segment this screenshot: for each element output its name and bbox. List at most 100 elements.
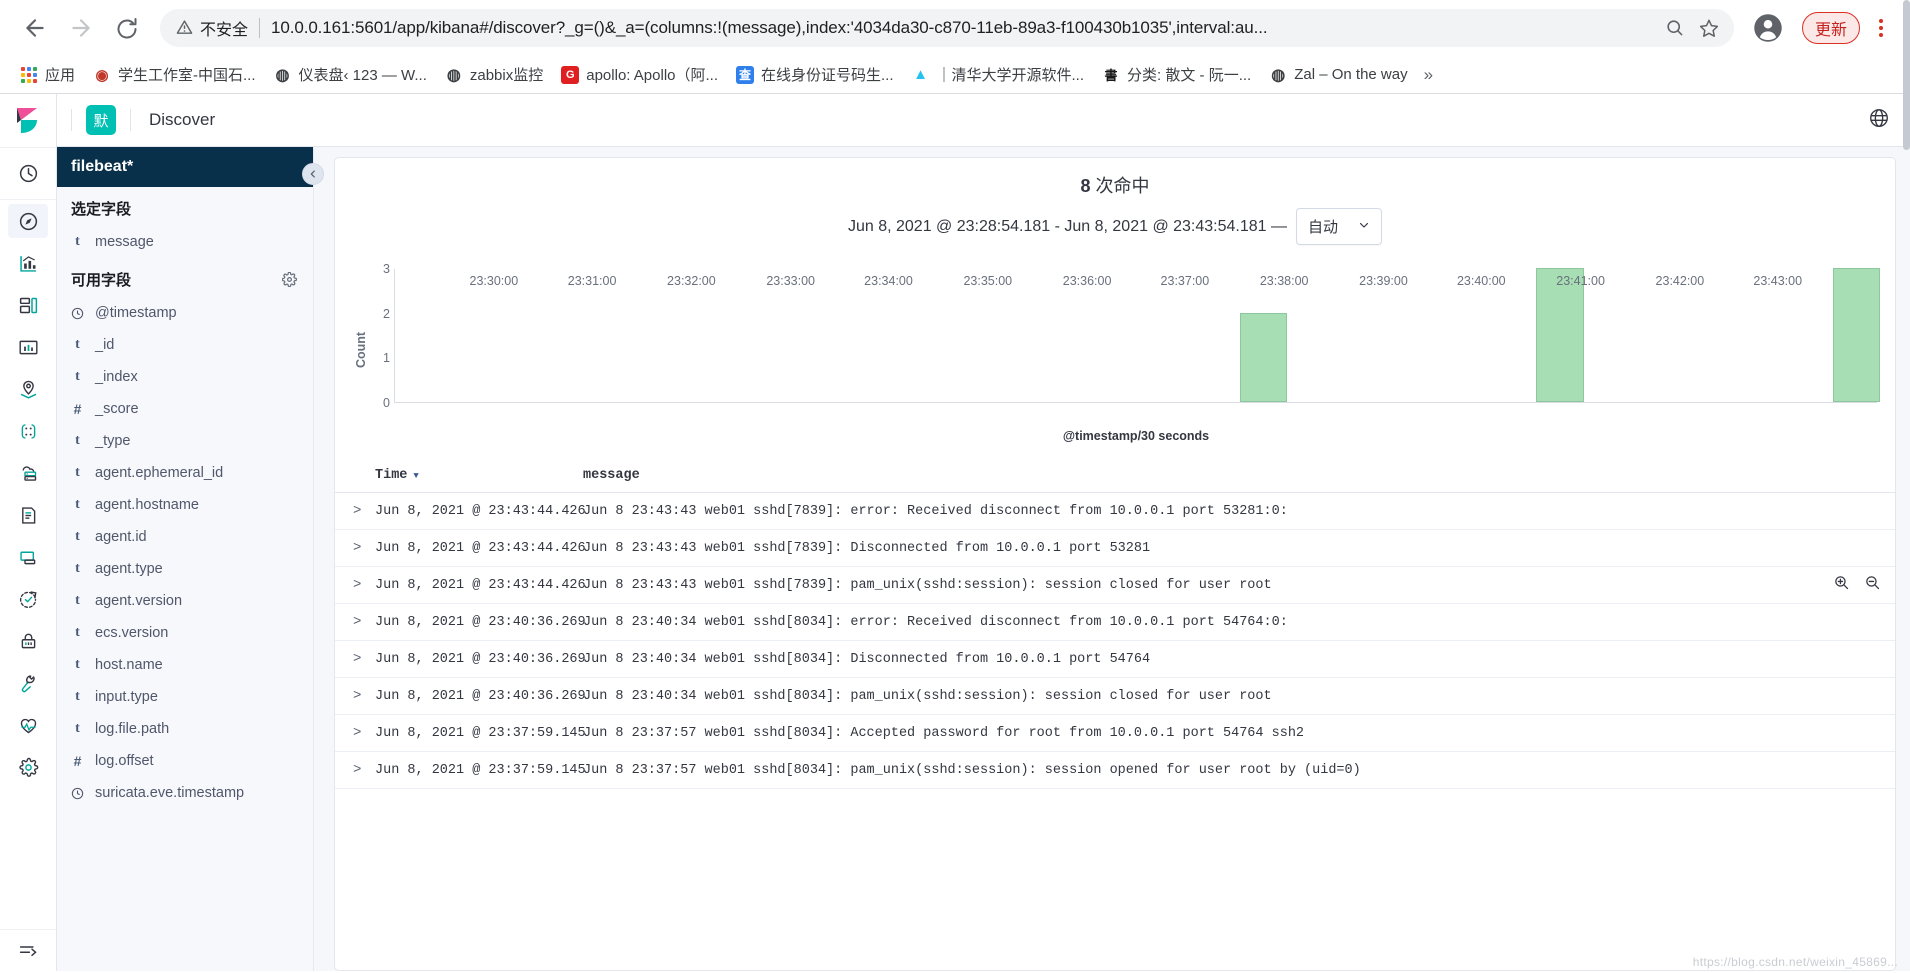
available-fields-label: 可用字段 bbox=[71, 272, 132, 289]
table-row[interactable]: > Jun 8, 2021 @ 23:43:44.426 Jun 8 23:43… bbox=[335, 567, 1895, 604]
field-item-message[interactable]: t message bbox=[57, 226, 313, 258]
header-actions bbox=[1868, 107, 1896, 134]
bookmark-item[interactable]: 查 在线身份证号码生... bbox=[728, 60, 902, 89]
field-item-agent-version[interactable]: t agent.version bbox=[57, 585, 313, 617]
bookmark-item[interactable]: G apollo: Apollo（阿... bbox=[553, 60, 726, 89]
sidebar-item-dashboard[interactable] bbox=[0, 284, 56, 326]
sidebar-item-discover[interactable] bbox=[0, 200, 56, 242]
collapse-sidebar-button[interactable] bbox=[302, 163, 324, 185]
chrome-menu-button[interactable] bbox=[1866, 8, 1896, 48]
expand-row-icon[interactable]: > bbox=[353, 762, 375, 778]
sidebar-item-machine-learning[interactable] bbox=[0, 410, 56, 452]
field-label: agent.hostname bbox=[95, 497, 199, 513]
sort-desc-icon[interactable]: ▼ bbox=[413, 471, 418, 481]
table-row[interactable]: > Jun 8, 2021 @ 23:40:36.269 Jun 8 23:40… bbox=[335, 678, 1895, 715]
string-type-icon: t bbox=[75, 337, 80, 352]
sidebar-item-dev-tools[interactable] bbox=[0, 662, 56, 704]
bookmarks-bar: 应用 ◉ 学生工作室-中国石... ◍ 仪表盘‹ 123 — W... ◍ za… bbox=[0, 56, 1910, 94]
table-row[interactable]: > Jun 8, 2021 @ 23:40:36.269 Jun 8 23:40… bbox=[335, 641, 1895, 678]
bookmarks-overflow-icon[interactable]: » bbox=[1418, 65, 1439, 85]
field-list[interactable]: 选定字段 t message 可用字段 @timestamp t _id t _… bbox=[57, 187, 313, 971]
bookmark-item[interactable]: ◍ zabbix监控 bbox=[437, 60, 551, 89]
table-row[interactable]: > Jun 8, 2021 @ 23:43:44.426 Jun 8 23:43… bbox=[335, 493, 1895, 530]
url-text[interactable]: 10.0.0.161:5601/app/kibana#/discover?_g=… bbox=[271, 18, 1658, 38]
message-column-header[interactable]: message bbox=[583, 468, 1895, 483]
sidebar-item-uptime[interactable] bbox=[0, 578, 56, 620]
sidebar-item-monitoring[interactable] bbox=[0, 704, 56, 746]
expand-row-icon[interactable]: > bbox=[353, 614, 375, 630]
back-button[interactable] bbox=[14, 7, 56, 49]
expand-row-icon[interactable]: > bbox=[353, 688, 375, 704]
table-row[interactable]: > Jun 8, 2021 @ 23:37:59.145 Jun 8 23:37… bbox=[335, 715, 1895, 752]
index-pattern-selector[interactable]: filebeat* bbox=[57, 147, 313, 187]
field-item-index[interactable]: t _index bbox=[57, 361, 313, 393]
field-item-timestamp[interactable]: @timestamp bbox=[57, 297, 313, 329]
field-label: ecs.version bbox=[95, 625, 169, 641]
update-button[interactable]: 更新 bbox=[1801, 11, 1860, 44]
forward-button[interactable] bbox=[60, 7, 102, 49]
collapse-nav-icon[interactable] bbox=[0, 929, 56, 971]
time-column-header[interactable]: Time ▼ bbox=[375, 468, 583, 483]
sidebar-item-siem[interactable] bbox=[0, 620, 56, 662]
sidebar-item-visualize[interactable] bbox=[0, 242, 56, 284]
field-item-agent-id[interactable]: t agent.id bbox=[57, 521, 313, 553]
field-item-host-name[interactable]: t host.name bbox=[57, 649, 313, 681]
sidebar-item-apm[interactable] bbox=[0, 536, 56, 578]
bookmark-item[interactable]: 書 分类: 散文 - 阮一... bbox=[1094, 60, 1259, 89]
recently-viewed-icon[interactable] bbox=[0, 148, 56, 200]
page-scrollbar[interactable] bbox=[1903, 0, 1910, 150]
bookmark-item[interactable]: ◍ 仪表盘‹ 123 — W... bbox=[266, 60, 435, 89]
expand-row-icon[interactable]: > bbox=[353, 503, 375, 519]
row-time: Jun 8, 2021 @ 23:40:36.269 bbox=[375, 688, 586, 704]
table-row[interactable]: > Jun 8, 2021 @ 23:43:44.426 Jun 8 23:43… bbox=[335, 530, 1895, 567]
field-item-type[interactable]: t _type bbox=[57, 425, 313, 457]
zoom-search-icon[interactable] bbox=[1658, 11, 1692, 45]
bookmark-item[interactable]: ◍ Zal – On the way bbox=[1261, 62, 1415, 88]
table-row[interactable]: > Jun 8, 2021 @ 23:40:36.269 Jun 8 23:40… bbox=[335, 604, 1895, 641]
filter-out-value-icon[interactable] bbox=[1864, 574, 1881, 596]
field-item-agent-type[interactable]: t agent.type bbox=[57, 553, 313, 585]
address-bar[interactable]: 不安全 10.0.0.161:5601/app/kibana#/discover… bbox=[160, 8, 1734, 47]
bookmark-star-icon[interactable] bbox=[1692, 11, 1726, 45]
expand-row-icon[interactable]: > bbox=[353, 540, 375, 556]
field-item-id[interactable]: t _id bbox=[57, 329, 313, 361]
field-item-ecs-version[interactable]: t ecs.version bbox=[57, 617, 313, 649]
space-badge[interactable]: 默 bbox=[86, 105, 116, 135]
chart-plot-area[interactable]: 0 1 2 3 23:30:00 23:31:00 23:32:00 23:33… bbox=[383, 262, 1880, 410]
interval-select[interactable]: 自动 bbox=[1296, 208, 1383, 245]
gear-icon[interactable] bbox=[282, 272, 297, 287]
sidebar-item-maps[interactable] bbox=[0, 368, 56, 410]
bookmark-item[interactable]: ◉ 学生工作室-中国石... bbox=[85, 60, 264, 89]
selected-fields-label: 选定字段 bbox=[71, 201, 132, 218]
help-globe-icon[interactable] bbox=[1868, 107, 1890, 134]
bookmark-label: Zal – On the way bbox=[1294, 66, 1408, 83]
field-item-agent-ephemeral-id[interactable]: t agent.ephemeral_id bbox=[57, 457, 313, 489]
apps-shortcut[interactable]: 应用 bbox=[12, 60, 83, 89]
number-type-icon: # bbox=[73, 753, 82, 769]
histogram-chart[interactable]: Count 0 1 2 3 23:30:00 23:31:00 23:32:00… bbox=[343, 255, 1880, 445]
profile-avatar[interactable] bbox=[1748, 8, 1788, 48]
reload-button[interactable] bbox=[106, 7, 148, 49]
table-row[interactable]: > Jun 8, 2021 @ 23:37:59.145 Jun 8 23:37… bbox=[335, 752, 1895, 789]
bookmark-item[interactable]: ▲ ｜清华大学开源软件... bbox=[904, 60, 1093, 89]
sidebar-item-infrastructure[interactable] bbox=[0, 452, 56, 494]
expand-row-icon[interactable]: > bbox=[353, 725, 375, 741]
expand-row-icon[interactable]: > bbox=[353, 651, 375, 667]
kibana-logo[interactable] bbox=[0, 94, 56, 148]
sidebar-item-logs[interactable] bbox=[0, 494, 56, 536]
string-type-icon: t bbox=[75, 721, 80, 736]
x-tick: 23:41:00 bbox=[1556, 274, 1605, 288]
field-item-suricata-eve-timestamp[interactable]: suricata.eve.timestamp bbox=[57, 777, 313, 809]
field-item-log-offset[interactable]: # log.offset bbox=[57, 745, 313, 777]
field-item-agent-hostname[interactable]: t agent.hostname bbox=[57, 489, 313, 521]
sidebar-item-management[interactable] bbox=[0, 746, 56, 788]
field-item-score[interactable]: # _score bbox=[57, 393, 313, 425]
field-item-input-type[interactable]: t input.type bbox=[57, 681, 313, 713]
sidebar-item-canvas[interactable] bbox=[0, 326, 56, 368]
string-type-icon: t bbox=[75, 465, 80, 480]
bookmark-label: 学生工作室-中国石... bbox=[118, 67, 256, 84]
field-label: _id bbox=[95, 337, 115, 353]
filter-for-value-icon[interactable] bbox=[1833, 574, 1850, 596]
field-item-log-file-path[interactable]: t log.file.path bbox=[57, 713, 313, 745]
expand-row-icon[interactable]: > bbox=[353, 577, 375, 593]
